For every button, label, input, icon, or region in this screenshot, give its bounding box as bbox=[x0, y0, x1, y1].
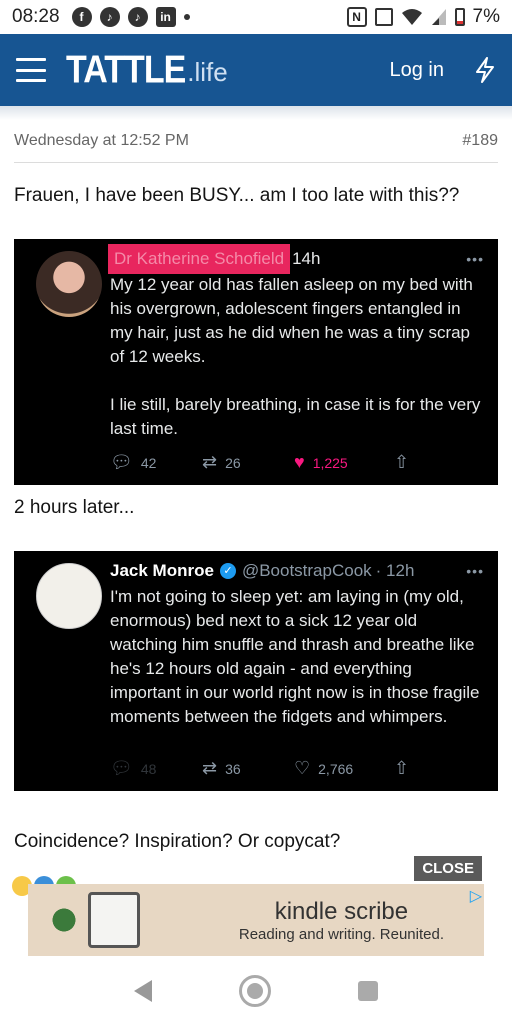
recent-apps-icon[interactable] bbox=[358, 981, 379, 1001]
reply-icon: 💬︎ bbox=[110, 758, 133, 778]
more-options-icon: ••• bbox=[466, 251, 484, 267]
back-icon[interactable] bbox=[133, 980, 152, 1002]
logo-main: TATTLE bbox=[66, 47, 186, 92]
tweet-author-name: Jack Monroe bbox=[110, 561, 214, 580]
tweet-time: 14h bbox=[292, 249, 321, 268]
verified-badge-icon: ✓ bbox=[219, 563, 236, 579]
ad-title: kindle scribe bbox=[274, 897, 409, 925]
post-content: Wednesday at 12:52 PM #189 Frauen, I hav… bbox=[0, 106, 512, 958]
adchoices-icon[interactable]: ▷ bbox=[470, 886, 482, 906]
status-bar: 08:28 f ♪ ♪ in N 7% bbox=[0, 0, 512, 34]
tweet-handle: @BootstrapCook bbox=[241, 561, 372, 580]
tweet-text: I'm not going to sleep yet: am laying in… bbox=[110, 587, 480, 726]
heart-outline-icon: ♡ bbox=[294, 758, 311, 778]
hamburger-menu-icon[interactable] bbox=[16, 58, 46, 82]
lightning-bolt-icon[interactable] bbox=[474, 57, 496, 83]
wifi-icon bbox=[401, 9, 422, 25]
notification-icons: f ♪ ♪ in bbox=[71, 7, 190, 27]
plant-image bbox=[44, 900, 84, 940]
redacted-name: Dr Katherine Schofield bbox=[108, 244, 291, 274]
like-count: 1,225 bbox=[312, 454, 348, 471]
avatar bbox=[36, 563, 102, 629]
kindle-device-image bbox=[88, 892, 140, 948]
reply-count: 48 bbox=[140, 760, 157, 777]
tiktok-icon: ♪ bbox=[127, 7, 148, 27]
post-number[interactable]: #189 bbox=[462, 132, 498, 150]
retweet-icon: ⇄ bbox=[202, 452, 218, 472]
home-icon[interactable] bbox=[238, 975, 271, 1007]
reply-count: 42 bbox=[140, 454, 157, 471]
battery-icon bbox=[454, 8, 465, 26]
post-closing: Coincidence? Inspiration? Or copycat? bbox=[14, 831, 341, 852]
linkedin-icon: in bbox=[155, 7, 176, 27]
tweet-actions: 💬︎ 48 ⇄ 36 ♡ 2,766 ⇧ bbox=[110, 758, 409, 779]
more-notifications-icon bbox=[183, 14, 190, 20]
tweet-text: My 12 year old has fallen asleep on my b… bbox=[110, 275, 481, 438]
tweet-time: · 12h bbox=[375, 561, 415, 580]
tiktok-icon: ♪ bbox=[99, 7, 120, 27]
ad-close-button[interactable]: CLOSE bbox=[414, 856, 482, 881]
tweet-actions: 💬︎ 42 ⇄ 26 ♥ 1,225 ⇧ bbox=[110, 452, 409, 473]
nfc-icon: N bbox=[346, 7, 367, 27]
tweet-screenshot-2: Jack Monroe ✓ @BootstrapCook · 12h ••• I… bbox=[14, 551, 498, 791]
battery-percent: 7% bbox=[472, 6, 500, 27]
status-time: 08:28 bbox=[12, 6, 60, 27]
like-count: 2,766 bbox=[318, 760, 354, 777]
site-header: TATTLE .life Log in bbox=[0, 34, 512, 106]
post-date[interactable]: Wednesday at 12:52 PM bbox=[14, 132, 189, 150]
post-meta: Wednesday at 12:52 PM #189 bbox=[14, 132, 498, 163]
retweet-count: 36 bbox=[225, 760, 241, 777]
facebook-icon: f bbox=[71, 7, 92, 27]
retweet-icon: ⇄ bbox=[202, 758, 218, 778]
tweet-screenshot-1: Dr Katherine Schofield 14h ••• My 12 yea… bbox=[14, 239, 498, 485]
ad-subtitle: Reading and writing. Reunited. bbox=[238, 925, 444, 943]
more-options-icon: ••• bbox=[466, 563, 484, 579]
post-between-text: 2 hours later... bbox=[14, 497, 135, 518]
android-nav-bar bbox=[0, 958, 512, 1024]
post-intro: Frauen, I have been BUSY... am I too lat… bbox=[14, 185, 460, 206]
login-link[interactable]: Log in bbox=[390, 59, 445, 82]
retweet-count: 26 bbox=[225, 454, 241, 471]
site-logo[interactable]: TATTLE .life bbox=[66, 47, 228, 92]
avatar bbox=[36, 251, 102, 317]
signal-icon bbox=[431, 9, 446, 25]
logo-sub: .life bbox=[187, 56, 228, 87]
reply-icon: 💬︎ bbox=[110, 452, 133, 472]
system-icons: N 7% bbox=[346, 6, 500, 28]
ad-banner[interactable]: kindle scribe Reading and writing. Reuni… bbox=[28, 884, 484, 956]
share-icon: ⇧ bbox=[394, 758, 410, 778]
heart-icon: ♥ bbox=[294, 452, 305, 472]
share-icon: ⇧ bbox=[394, 452, 410, 472]
vibrate-icon bbox=[374, 8, 393, 26]
